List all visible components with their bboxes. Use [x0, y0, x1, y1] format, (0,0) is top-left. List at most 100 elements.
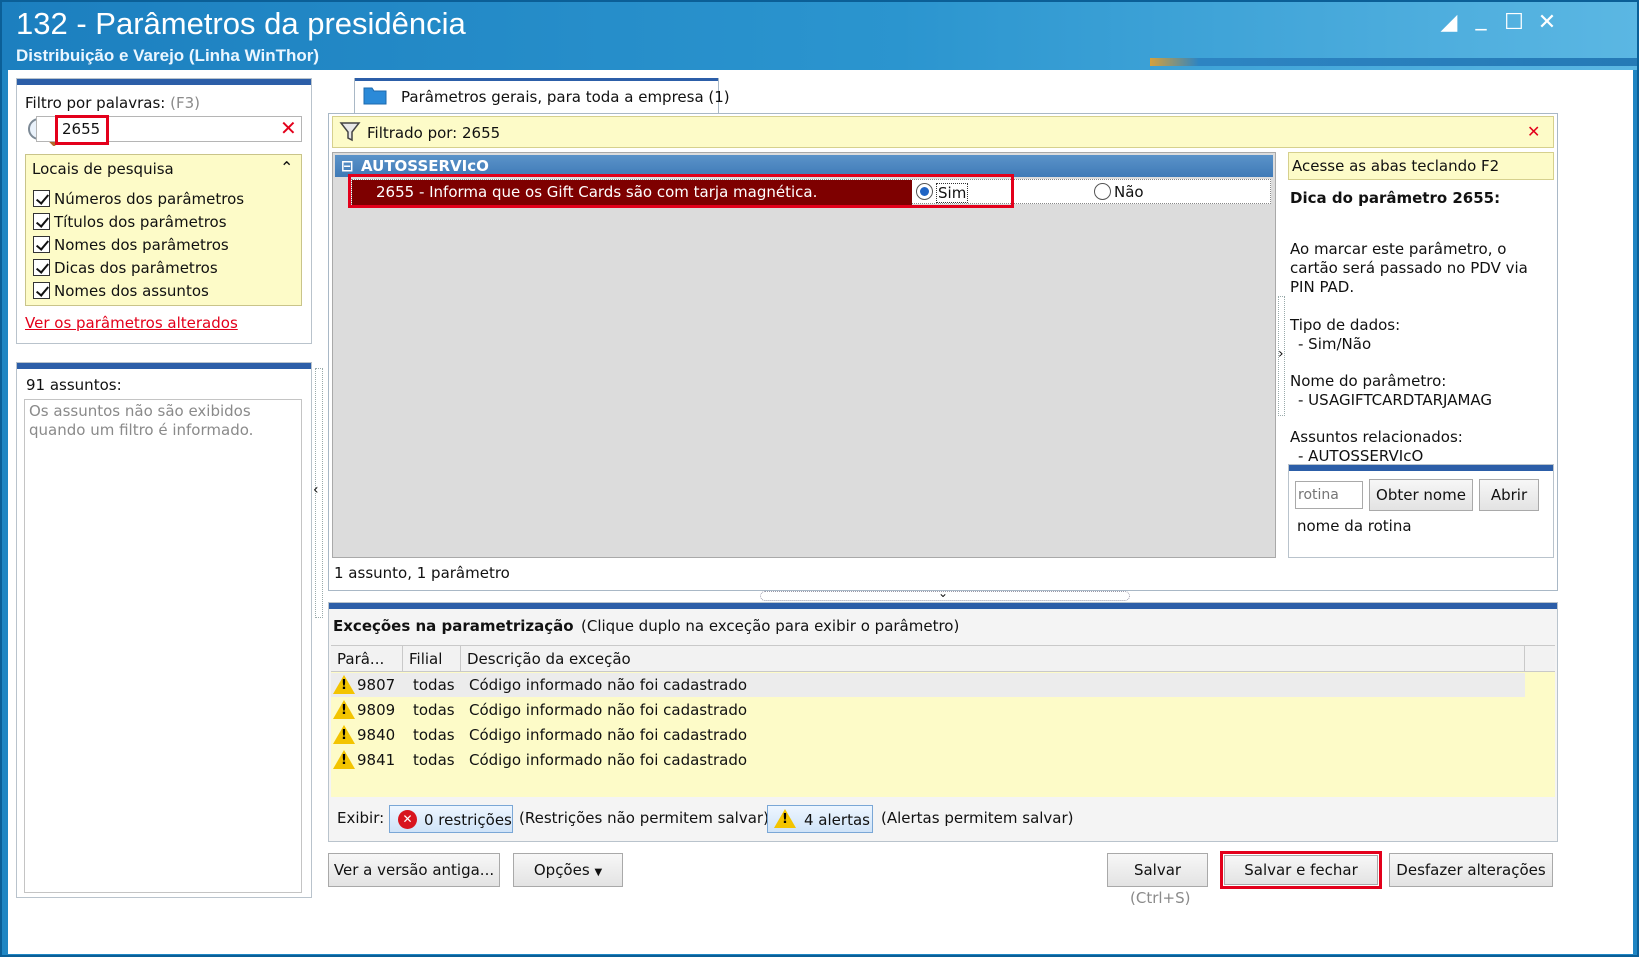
row-filial: todas — [413, 676, 455, 694]
chevron-right-icon[interactable]: › — [1278, 346, 1284, 362]
params-summary: 1 assunto, 1 parâmetro — [334, 564, 510, 582]
group-name: AUTOSSERVIcO — [361, 157, 489, 175]
chevron-down-icon[interactable]: ⌄ — [938, 586, 948, 600]
checkbox-label: Dicas dos parâmetros — [54, 259, 218, 277]
warning-icon: ! — [333, 700, 355, 719]
save-close-button[interactable]: Salvar e fechar — [1220, 851, 1382, 889]
panel-accent-bar — [17, 363, 311, 369]
param-name-value: - USAGIFTCARDTARJAMAG — [1298, 391, 1493, 409]
caret-down-icon: ▼ — [594, 867, 603, 878]
window-subtitle: Distribuição e Varejo (Linha WinThor) — [16, 46, 320, 65]
checkbox-label: Títulos dos parâmetros — [54, 213, 227, 231]
save-shortcut: (Ctrl+S) — [1130, 889, 1191, 907]
close-icon[interactable]: ✕ — [1532, 8, 1562, 38]
subjects-list[interactable]: Os assuntos não são exibidos quando um f… — [24, 399, 302, 893]
options-label: Opções — [533, 861, 590, 879]
collapse-group-icon[interactable]: ⊟ — [341, 157, 354, 175]
chevron-left-icon[interactable]: ‹ — [313, 482, 319, 498]
restrictions-toggle[interactable]: ✕ 0 restrições — [389, 805, 513, 833]
tip-text: Ao marcar este parâmetro, o cartão será … — [1290, 240, 1528, 296]
row-filial: todas — [413, 726, 455, 744]
related-label: Assuntos relacionados: — [1290, 428, 1463, 446]
get-name-button[interactable]: Obter nome — [1369, 479, 1473, 511]
subjects-note: Os assuntos não são exibidos quando um f… — [29, 402, 254, 439]
row-filial: todas — [413, 751, 455, 769]
filtered-by-text: Filtrado por: 2655 — [367, 124, 501, 142]
hint-text: Acesse as abas teclando F2 — [1292, 157, 1500, 175]
restrictions-count: 0 restrições — [424, 811, 512, 829]
rotina-input[interactable] — [1295, 481, 1363, 509]
error-icon: ✕ — [398, 810, 417, 829]
exceptions-panel: Exceções na parametrização (Clique duplo… — [328, 602, 1558, 842]
warning-icon: ! — [333, 725, 355, 744]
data-type-label: Tipo de dados: — [1290, 316, 1401, 334]
warning-icon: ! — [333, 675, 355, 694]
exceptions-title: Exceções na parametrização — [333, 617, 574, 635]
hint-box: Acesse as abas teclando F2 — [1288, 152, 1554, 180]
row-param: 9840 — [357, 726, 396, 744]
collapse-icon[interactable]: ⌃ — [280, 158, 293, 177]
open-button[interactable]: Abrir — [1479, 479, 1539, 511]
warning-icon: ! — [333, 750, 355, 769]
table-row[interactable]: ! 9809 todas Código informado não foi ca… — [331, 698, 1525, 722]
checkbox-subject-names[interactable] — [33, 282, 50, 299]
exceptions-table-header: Parâ... Filial Descrição da exceção — [331, 646, 1555, 672]
undo-changes-button[interactable]: Desfazer alterações — [1389, 853, 1553, 887]
row-param: 9807 — [357, 676, 396, 694]
clear-filtered-icon[interactable]: ✕ — [1527, 122, 1540, 141]
table-row[interactable]: ! 9807 todas Código informado não foi ca… — [331, 673, 1525, 697]
row-filial: todas — [413, 701, 455, 719]
highlight-param-frame — [348, 174, 1014, 208]
params-grid: ⊟ AUTOSSERVIcO 2655 - Informa que os Gif… — [332, 152, 1276, 558]
row-param: 9841 — [357, 751, 396, 769]
title-bar[interactable]: 132 - Parâmetros da presidência Distribu… — [2, 2, 1637, 70]
minimize-icon[interactable]: _ — [1466, 4, 1496, 34]
folder-icon — [363, 85, 387, 105]
tab-label: Parâmetros gerais, para toda a empresa (… — [401, 88, 730, 106]
rotina-panel: Obter nome Abrir nome da rotina — [1288, 464, 1554, 558]
checkbox-label: Nomes dos assuntos — [54, 282, 209, 300]
save-button[interactable]: Salvar — [1107, 853, 1208, 887]
rotina-name-label: nome da rotina — [1297, 517, 1412, 535]
checkbox-param-names[interactable] — [33, 236, 50, 253]
row-description: Código informado não foi cadastrado — [469, 701, 748, 719]
table-row[interactable]: ! 9840 todas Código informado não foi ca… — [331, 723, 1525, 747]
exceptions-hint: (Clique duplo na exceção para exibir o p… — [581, 617, 960, 635]
title-stripe — [1150, 58, 1637, 66]
table-row[interactable]: ! 9841 todas Código informado não foi ca… — [331, 748, 1525, 772]
restrictions-note: (Restrições não permitem salvar) — [519, 809, 769, 827]
filtered-by-bar: Filtrado por: 2655 ✕ — [332, 116, 1554, 148]
changed-params-link[interactable]: Ver os parâmetros alterados — [25, 314, 238, 332]
alerts-count: 4 alertas — [804, 811, 870, 829]
column-header-filial[interactable]: Filial — [403, 646, 461, 672]
filter-label-text: Filtro por palavras: — [25, 94, 166, 112]
filter-input[interactable]: 2655 — [55, 115, 109, 145]
column-header-description[interactable]: Descrição da exceção — [461, 646, 1525, 672]
panel-accent-bar — [17, 79, 311, 85]
data-type-value: - Sim/Não — [1298, 335, 1372, 353]
column-header-param[interactable]: Parâ... — [331, 646, 403, 672]
show-label: Exibir: — [337, 809, 385, 827]
radio-no[interactable] — [1094, 183, 1111, 200]
restore-icon[interactable]: ◢ — [1434, 8, 1464, 38]
subjects-count: 91 assuntos: — [26, 376, 122, 394]
checkbox-label: Números dos parâmetros — [54, 190, 245, 208]
options-button[interactable]: Opções ▼ — [513, 853, 623, 887]
tip-title: Dica do parâmetro 2655: — [1290, 189, 1501, 207]
param-name-label: Nome do parâmetro: — [1290, 372, 1447, 390]
checkbox-param-titles[interactable] — [33, 213, 50, 230]
row-description: Código informado não foi cadastrado — [469, 726, 748, 744]
checkbox-param-numbers[interactable] — [33, 190, 50, 207]
radio-no-label[interactable]: Não — [1114, 183, 1144, 201]
tab-general-params[interactable]: Parâmetros gerais, para toda a empresa (… — [354, 78, 730, 114]
checkbox-param-tips[interactable] — [33, 259, 50, 276]
alerts-toggle[interactable]: ! 4 alertas — [767, 805, 873, 833]
search-places-title: Locais de pesquisa — [32, 160, 174, 178]
maximize-icon[interactable]: ☐ — [1499, 8, 1529, 38]
clear-filter-icon[interactable]: ✕ — [280, 116, 297, 140]
checkbox-label: Nomes dos parâmetros — [54, 236, 229, 254]
app-window: 132 - Parâmetros da presidência Distribu… — [0, 0, 1639, 957]
param-info-pane: Acesse as abas teclando F2 Dica do parâm… — [1288, 152, 1554, 558]
old-version-button[interactable]: Ver a versão antiga... — [328, 853, 500, 887]
row-description: Código informado não foi cadastrado — [469, 676, 748, 694]
